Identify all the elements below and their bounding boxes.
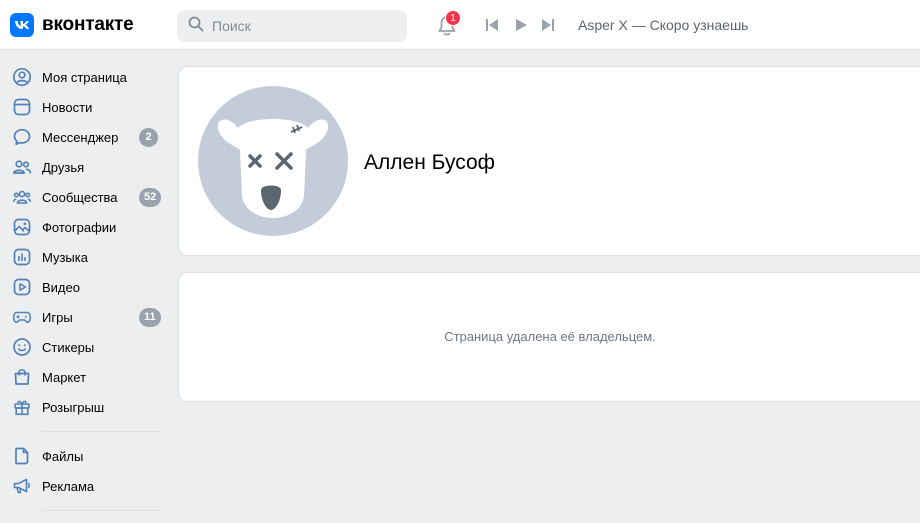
music-icon: [12, 247, 32, 267]
unread-count-badge: 11: [139, 308, 161, 327]
sidebar-item-label: Игры: [42, 309, 73, 325]
sidebar-item-communities[interactable]: Сообщества 52: [0, 182, 170, 212]
photo-icon: [12, 217, 32, 237]
sidebar: Моя страница Новости Мессенджер 2 Друзья…: [0, 62, 170, 520]
sidebar-item-news[interactable]: Новости: [0, 92, 170, 122]
deleted-user-avatar: [198, 86, 348, 236]
sidebar-item-ads[interactable]: Реклама: [0, 471, 170, 501]
sidebar-item-label: Музыка: [42, 249, 88, 265]
now-playing-title[interactable]: Asper X — Скоро узнаешь: [578, 17, 748, 33]
play-icon[interactable]: [514, 18, 528, 32]
sidebar-item-label: Фотографии: [42, 219, 117, 235]
deleted-page-message: Страница удалена её владельцем.: [444, 329, 656, 344]
friends-icon: [12, 157, 32, 177]
deactivated-dog-icon: [217, 119, 329, 218]
user-circle-icon: [12, 67, 32, 87]
news-icon: [12, 97, 32, 117]
file-icon: [12, 446, 32, 466]
gamepad-icon: [12, 307, 32, 327]
gift-icon: [12, 397, 32, 417]
notifications-badge: 1: [445, 10, 461, 26]
profile-header-card: Аллен Бусоф: [178, 66, 920, 256]
bag-icon: [12, 367, 32, 387]
sidebar-item-giveaway[interactable]: Розыгрыш: [0, 392, 170, 422]
search-box[interactable]: [177, 10, 407, 42]
sidebar-item-label: Мессенджер: [42, 129, 119, 145]
sidebar-item-messenger[interactable]: Мессенджер 2: [0, 122, 170, 152]
sidebar-item-friends[interactable]: Друзья: [0, 152, 170, 182]
sidebar-item-stickers[interactable]: Стикеры: [0, 332, 170, 362]
sidebar-item-label: Моя страница: [42, 69, 127, 85]
unread-count-badge: 2: [139, 128, 158, 147]
sidebar-item-music[interactable]: Музыка: [0, 242, 170, 272]
vk-logo-icon: [10, 13, 34, 37]
sidebar-item-label: Реклама: [42, 478, 95, 494]
sidebar-item-label: Новости: [42, 99, 93, 115]
sidebar-item-files[interactable]: Файлы: [0, 441, 170, 471]
video-icon: [12, 277, 32, 297]
sidebar-item-label: Розыгрыш: [42, 399, 105, 415]
logo-text: вконтакте: [42, 14, 134, 35]
search-icon: [188, 16, 204, 37]
sidebar-item-label: Файлы: [42, 448, 84, 464]
megaphone-icon: [12, 476, 32, 496]
sidebar-item-label: Стикеры: [42, 339, 95, 355]
sidebar-item-label: Маркет: [42, 369, 87, 385]
sidebar-item-label: Сообщества: [42, 189, 118, 205]
unread-count-badge: 52: [139, 188, 162, 207]
next-track-icon[interactable]: [541, 18, 555, 32]
smile-icon: [12, 337, 32, 357]
search-input[interactable]: [212, 18, 392, 34]
sidebar-item-label: Друзья: [42, 159, 85, 175]
communities-icon: [12, 187, 32, 207]
sidebar-item-photos[interactable]: Фотографии: [0, 212, 170, 242]
sidebar-item-market[interactable]: Маркет: [0, 362, 170, 392]
top-bar: вконтакте 1 Asper X — Скоро узнаешь: [0, 0, 920, 50]
previous-track-icon[interactable]: [485, 18, 499, 32]
sidebar-divider: [42, 510, 162, 511]
message-icon: [12, 127, 32, 147]
sidebar-divider: [42, 431, 162, 432]
vk-logo[interactable]: вконтакте: [10, 13, 134, 37]
sidebar-item-my-page[interactable]: Моя страница: [0, 62, 170, 92]
sidebar-item-video[interactable]: Видео: [0, 272, 170, 302]
sidebar-item-label: Видео: [42, 279, 80, 295]
deleted-page-card: Страница удалена её владельцем.: [178, 272, 920, 402]
profile-name: Аллен Бусоф: [364, 151, 495, 174]
sidebar-item-games[interactable]: Игры 11: [0, 302, 170, 332]
